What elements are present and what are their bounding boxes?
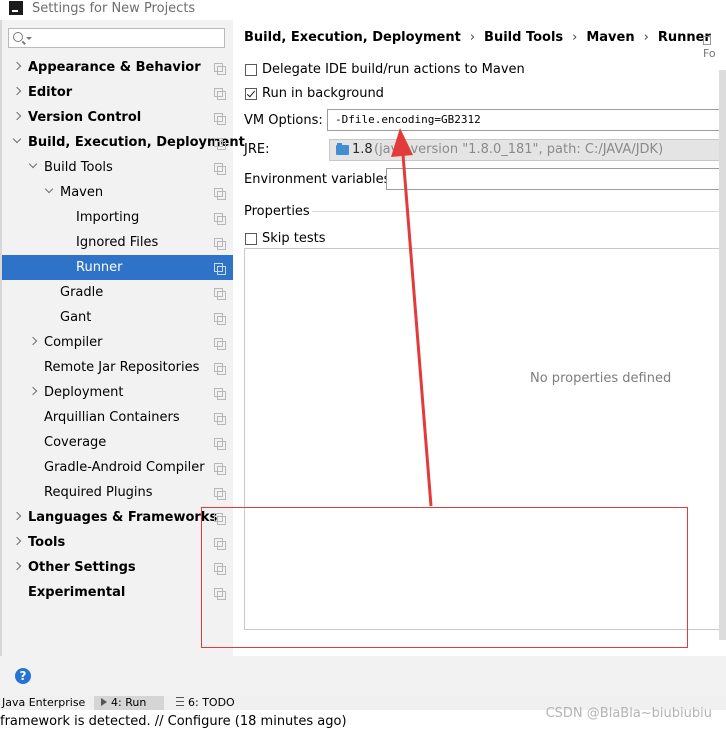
annotation-arrow-head [391,128,413,157]
annotation-arrow-icon [391,128,433,507]
annotation-arrow-shaft [400,141,433,507]
